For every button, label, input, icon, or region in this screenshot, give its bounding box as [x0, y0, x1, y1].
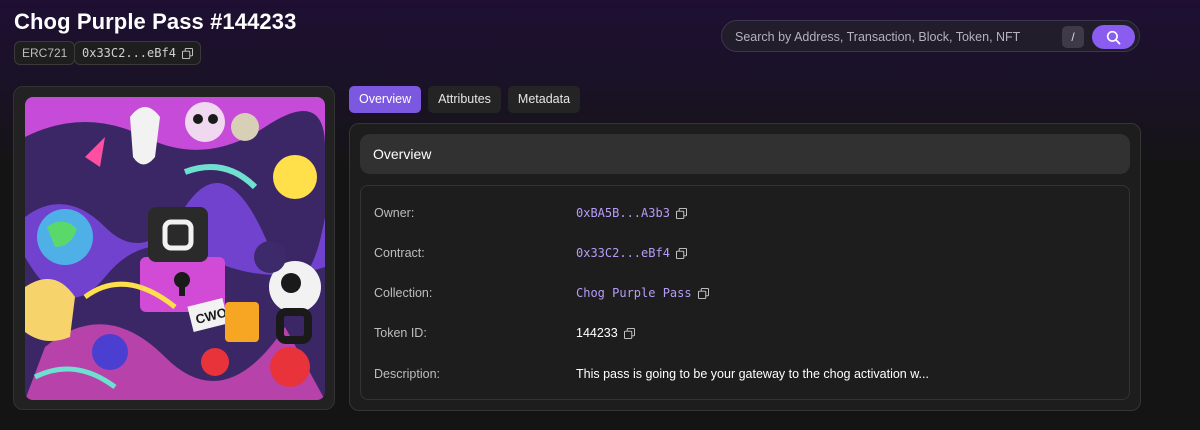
contract-address-label: 0x33C2...eBf4: [82, 46, 176, 60]
page-title: Chog Purple Pass #144233: [14, 9, 297, 34]
token-id-text: 144233: [576, 326, 618, 340]
nft-artwork: CWO: [25, 97, 325, 400]
collection-link[interactable]: Chog Purple Pass: [576, 286, 692, 300]
collection-value: Chog Purple Pass: [576, 286, 709, 300]
search-bar: /: [721, 20, 1140, 52]
nft-image[interactable]: CWO: [25, 97, 325, 400]
nft-detail-page: Chog Purple Pass #144233 ERC721 0x33C2..…: [0, 0, 1200, 430]
detail-row-collection: Collection: Chog Purple Pass: [361, 283, 1131, 303]
detail-row-token-id: Token ID: 144233: [361, 323, 1131, 343]
detail-row-owner: Owner: 0xBA5B...A3b3: [361, 203, 1131, 223]
tab-metadata[interactable]: Metadata: [507, 86, 581, 113]
description-value: This pass is going to be your gateway to…: [576, 367, 929, 381]
contract-address-chip[interactable]: 0x33C2...eBf4: [74, 41, 201, 65]
contract-address-link[interactable]: 0x33C2...eBf4: [576, 246, 670, 260]
description-label: Description:: [374, 367, 440, 381]
copy-icon[interactable]: [697, 287, 709, 299]
owner-address-link[interactable]: 0xBA5B...A3b3: [576, 206, 670, 220]
search-button[interactable]: [1092, 25, 1135, 49]
tab-attributes[interactable]: Attributes: [428, 86, 501, 113]
collection-label: Collection:: [374, 286, 433, 300]
owner-label: Owner:: [374, 206, 415, 220]
contract-value: 0x33C2...eBf4: [576, 246, 687, 260]
contract-label: Contract:: [374, 246, 425, 260]
detail-row-description: Description: This pass is going to be yo…: [361, 364, 1131, 384]
search-icon: [1106, 30, 1121, 44]
copy-icon[interactable]: [675, 247, 687, 259]
token-id-label: Token ID:: [374, 326, 427, 340]
copy-icon[interactable]: [181, 47, 193, 59]
copy-icon[interactable]: [675, 207, 687, 219]
overview-details: Owner: 0xBA5B...A3b3 Contract: 0x33C2...…: [360, 185, 1130, 400]
token-standard-badge: ERC721: [14, 41, 76, 65]
token-standard-label: ERC721: [22, 46, 68, 60]
nft-image-card: CWO: [13, 86, 335, 410]
search-input[interactable]: [735, 28, 1055, 46]
token-id-value: 144233: [576, 326, 635, 340]
tab-overview[interactable]: Overview: [349, 86, 422, 113]
detail-row-contract: Contract: 0x33C2...eBf4: [361, 243, 1131, 263]
search-shortcut-key: /: [1062, 26, 1084, 48]
copy-icon[interactable]: [623, 327, 635, 339]
detail-tabs: Overview Attributes Metadata: [349, 86, 581, 113]
owner-value: 0xBA5B...A3b3: [576, 206, 687, 220]
overview-panel: Overview Owner: 0xBA5B...A3b3 Contract: …: [349, 123, 1141, 411]
overview-panel-header: Overview: [360, 134, 1130, 174]
